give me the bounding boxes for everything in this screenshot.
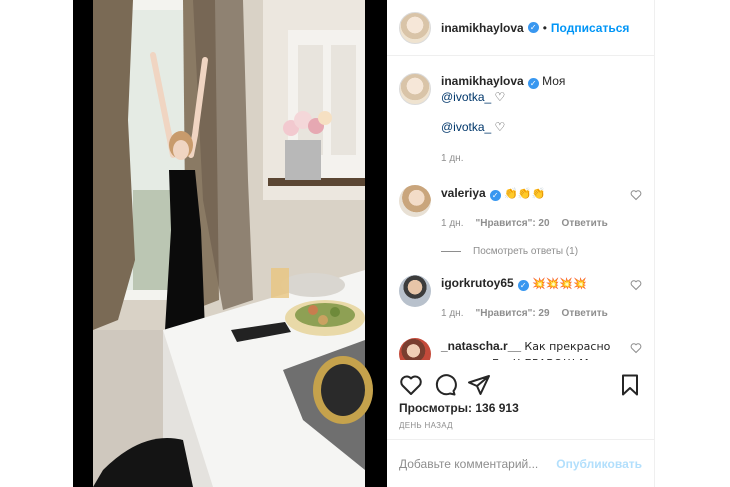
caption-mention[interactable]: @ivotka_	[441, 90, 491, 104]
comment-text: _natascha.r__ Как прекрасно танцует Ева!…	[441, 338, 617, 360]
comment-username[interactable]: valeriya	[441, 186, 486, 200]
author-avatar[interactable]	[399, 11, 431, 44]
reply-button[interactable]: Ответить	[562, 306, 608, 322]
video-frame	[73, 0, 387, 487]
comment-username[interactable]: _natascha.r__	[441, 339, 521, 353]
publish-button[interactable]: Опубликовать	[556, 457, 642, 471]
comment-icon[interactable]	[433, 373, 457, 397]
comment-likes[interactable]: "Нравится": 29	[475, 306, 549, 322]
post-timestamp[interactable]: День назад	[399, 421, 453, 430]
comment-text: valeriya ✓ 👏👏👏 1 дн. "Нравится": 20 Ответ…	[441, 185, 617, 232]
caption-username[interactable]: inamikhaylova	[441, 74, 524, 88]
comment-input[interactable]	[399, 456, 557, 471]
comment-likes[interactable]: "Нравится": 20	[475, 216, 549, 232]
caption-heart: ♡	[494, 90, 506, 104]
post-video[interactable]	[73, 0, 387, 487]
replies-divider	[441, 251, 461, 252]
share-icon[interactable]	[467, 373, 491, 397]
caption: inamikhaylova ✓ Моя @ivotka_ ♡ @ivotka_ ♡…	[399, 73, 642, 167]
comment-item: _natascha.r__ Как прекрасно танцует Ева!…	[399, 338, 642, 360]
post-header: inamikhaylova ✓ • Подписаться	[387, 0, 654, 56]
header-separator: •	[542, 20, 547, 35]
comment-body: 💥💥💥💥	[532, 277, 587, 290]
view-replies-label[interactable]: Посмотреть ответы (1)	[473, 246, 578, 257]
views-value: 136 913	[475, 401, 519, 415]
comment-text: igorkrutoy65 ✓ 💥💥💥💥 1 дн. "Нравится": 29 …	[441, 275, 617, 322]
reply-button[interactable]: Ответить	[562, 216, 608, 232]
commenter-avatar[interactable]	[399, 275, 431, 307]
commenter-avatar[interactable]	[399, 185, 431, 217]
verified-badge-icon: ✓	[489, 190, 501, 201]
comment-item: igorkrutoy65 ✓ 💥💥💥💥 1 дн. "Нравится": 29 …	[399, 275, 642, 322]
action-bar	[399, 371, 642, 399]
comment-time: 1 дн.	[441, 308, 464, 319]
comment-item: valeriya ✓ 👏👏👏 1 дн. "Нравится": 20 Ответ…	[399, 185, 642, 232]
commenter-avatar[interactable]	[399, 338, 431, 360]
author-username[interactable]: inamikhaylova	[441, 21, 524, 35]
verified-badge-icon: ✓	[527, 22, 539, 33]
post-sidebar: inamikhaylova ✓ • Подписаться inamikhayl…	[387, 0, 655, 487]
heart-icon[interactable]	[630, 279, 642, 291]
post-modal: inamikhaylova ✓ • Подписаться inamikhayl…	[73, 0, 655, 487]
verified-badge-icon: ✓	[527, 78, 539, 89]
view-replies-link[interactable]: Посмотреть ответы (1)	[441, 246, 642, 257]
caption-heart-2: ♡	[494, 120, 506, 134]
comment-body: 👏👏👏	[504, 187, 546, 200]
caption-text: inamikhaylova ✓ Моя @ivotka_ ♡ @ivotka_ ♡…	[441, 73, 617, 167]
caption-avatar[interactable]	[399, 73, 431, 105]
follow-button[interactable]: Подписаться	[551, 21, 629, 35]
add-comment-bar: Опубликовать	[387, 439, 654, 487]
views-label: Просмотры:	[399, 401, 473, 415]
heart-icon[interactable]	[399, 373, 423, 397]
comment-username[interactable]: igorkrutoy65	[441, 276, 514, 290]
caption-time: 1 дн.	[441, 153, 464, 164]
bookmark-icon[interactable]	[618, 373, 642, 397]
caption-body: Моя	[542, 74, 566, 88]
caption-mention-2[interactable]: @ivotka_	[441, 120, 491, 134]
comments-list[interactable]: inamikhaylova ✓ Моя @ivotka_ ♡ @ivotka_ ♡…	[387, 57, 654, 360]
verified-badge-icon: ✓	[517, 280, 529, 291]
views-count[interactable]: Просмотры: 136 913	[399, 401, 519, 415]
comment-time: 1 дн.	[441, 218, 464, 229]
heart-icon[interactable]	[630, 189, 642, 201]
heart-icon[interactable]	[630, 342, 642, 354]
